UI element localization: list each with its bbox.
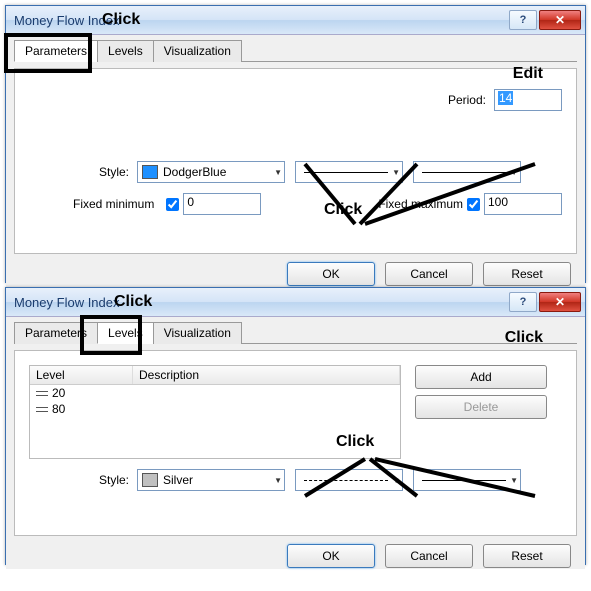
help-button[interactable]: ? (509, 292, 537, 312)
line-preview-dashed (304, 480, 388, 481)
style-width-dropdown[interactable]: ▼ (413, 469, 521, 491)
level-icon (36, 405, 48, 413)
tab-visualization[interactable]: Visualization (153, 322, 242, 344)
table-row[interactable]: 80 (30, 401, 400, 417)
style-label: Style: (29, 473, 137, 487)
tab-parameters[interactable]: Parameters (14, 322, 98, 344)
annotation-click-tab: Click (102, 11, 140, 29)
fixed-max-input[interactable]: 100 (484, 193, 562, 215)
period-label: Period: (448, 93, 494, 107)
annotation-edit: Edit (513, 65, 543, 83)
style-line-dropdown[interactable]: ▼ (295, 161, 403, 183)
tab-bar: Parameters Colors Levels Visualization (14, 39, 577, 62)
window-title: Money Flow Index (14, 295, 507, 310)
style-color-name: Silver (163, 473, 193, 487)
chevron-down-icon: ▼ (274, 476, 282, 485)
chevron-down-icon: ▼ (392, 168, 400, 177)
window-title: Money Flow Index (14, 13, 507, 28)
help-button[interactable]: ? (509, 10, 537, 30)
table-row[interactable]: 20 (30, 385, 400, 401)
reset-button[interactable]: Reset (483, 544, 571, 568)
period-input[interactable]: 14 (494, 89, 562, 111)
col-level[interactable]: Level (30, 366, 133, 384)
cancel-button[interactable]: Cancel (385, 262, 473, 286)
side-buttons: Add Delete (415, 365, 547, 459)
tab-levels[interactable]: Levels (97, 322, 154, 344)
table-header: Level Description (30, 366, 400, 385)
style-width-dropdown[interactable]: ▼ (413, 161, 521, 183)
chevron-down-icon: ▼ (510, 476, 518, 485)
line-preview (304, 172, 388, 173)
chevron-down-icon: ▼ (392, 476, 400, 485)
style-label: Style: (29, 165, 137, 179)
fixed-min-checkbox[interactable] (166, 198, 179, 211)
level-icon (36, 389, 48, 397)
tab-levels[interactable]: Levels (97, 40, 154, 62)
chevron-down-icon: ▼ (274, 168, 282, 177)
style-color-name: DodgerBlue (163, 165, 226, 179)
col-description[interactable]: Description (133, 366, 400, 384)
color-swatch (142, 165, 158, 179)
line-preview (422, 172, 506, 173)
style-line-dropdown[interactable]: ▼ (295, 469, 403, 491)
fixed-min-label: Fixed minimum (73, 197, 162, 211)
tab-visualization[interactable]: Visualization (153, 40, 242, 62)
fixed-min-input[interactable]: 0 (183, 193, 261, 215)
dialog-parameters: Money Flow Index ? ✕ Click Edit Click Pa… (5, 5, 586, 283)
titlebar[interactable]: Money Flow Index ? ✕ (6, 6, 585, 35)
style-color-dropdown[interactable]: Silver ▼ (137, 469, 285, 491)
cancel-button[interactable]: Cancel (385, 544, 473, 568)
reset-button[interactable]: Reset (483, 262, 571, 286)
ok-button[interactable]: OK (287, 262, 375, 286)
line-preview (422, 480, 506, 481)
titlebar[interactable]: Money Flow Index ? ✕ (6, 288, 585, 317)
color-swatch (142, 473, 158, 487)
annotation-click-tab: Click (114, 293, 152, 311)
dialog-buttons: OK Cancel Reset (14, 536, 577, 574)
add-button[interactable]: Add (415, 365, 547, 389)
style-color-dropdown[interactable]: DodgerBlue ▼ (137, 161, 285, 183)
tab-bar: Parameters Colors Levels Visualization (14, 321, 577, 344)
fixed-max-label: Fixed maximum (378, 197, 463, 211)
tab-panel: Level Description 20 80 Add Delete (14, 350, 577, 536)
annotation-click-style: Click (324, 201, 362, 219)
chevron-down-icon: ▼ (510, 168, 518, 177)
close-button[interactable]: ✕ (539, 10, 581, 30)
tab-parameters[interactable]: Parameters (14, 40, 98, 62)
delete-button[interactable]: Delete (415, 395, 547, 419)
fixed-max-checkbox[interactable] (467, 198, 480, 211)
annotation-click-style: Click (336, 433, 374, 451)
dialog-levels: Money Flow Index ? ✕ Click Click Click P… (5, 287, 586, 565)
annotation-click-add: Click (505, 329, 543, 347)
close-button[interactable]: ✕ (539, 292, 581, 312)
ok-button[interactable]: OK (287, 544, 375, 568)
tab-panel: Period: 14 Style: DodgerBlue ▼ ▼ (14, 68, 577, 254)
